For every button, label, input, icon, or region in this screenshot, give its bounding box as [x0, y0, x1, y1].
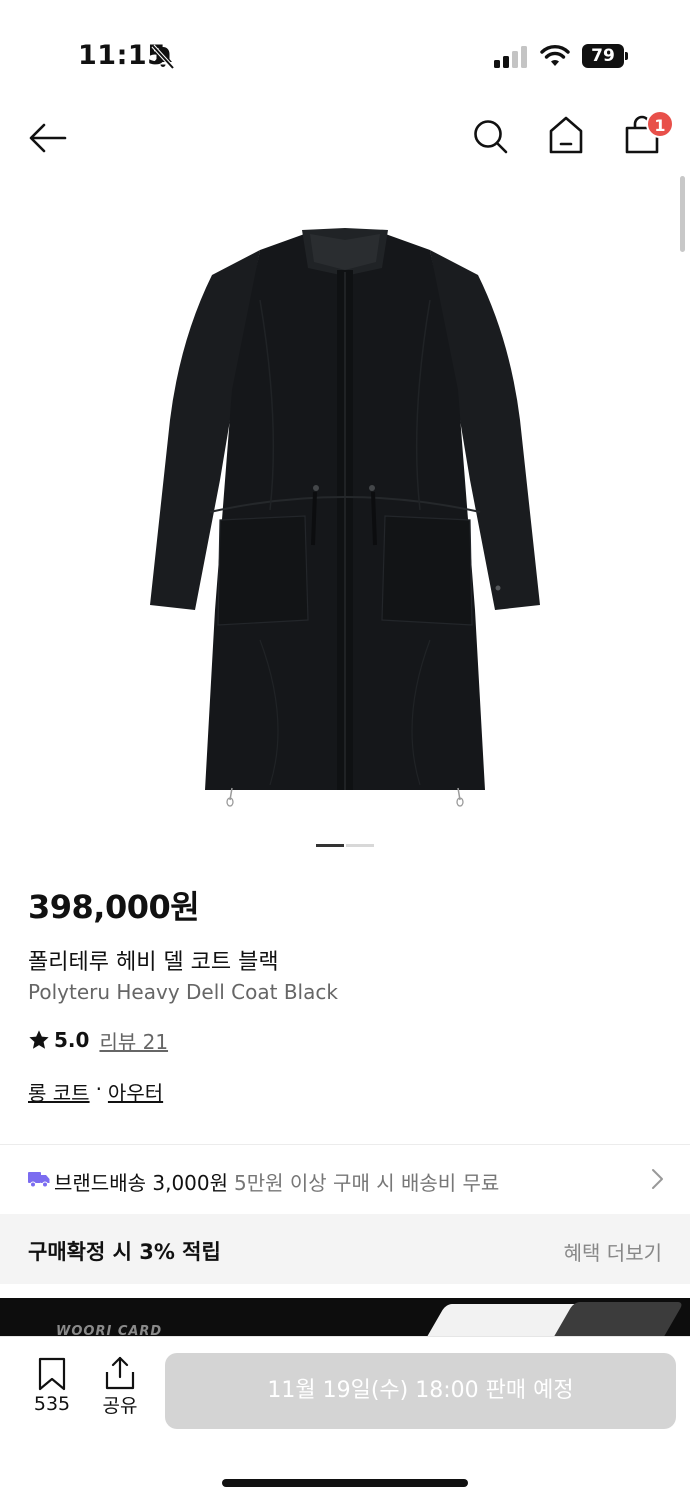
chevron-right-icon — [652, 1169, 663, 1189]
shipping-label: 브랜드배송 3,000원 — [54, 1171, 229, 1195]
wifi-icon — [540, 45, 570, 66]
product-image[interactable] — [140, 220, 550, 810]
share-button[interactable]: 공유 — [96, 1355, 144, 1421]
bookmark-button[interactable]: 535 — [28, 1357, 76, 1421]
battery-indicator: 79 — [582, 44, 628, 68]
pagination-dot — [346, 844, 374, 847]
section-divider — [0, 1144, 690, 1145]
pagination-dot-active — [316, 844, 344, 847]
share-label: 공유 — [102, 1395, 138, 1417]
benefit-more-link[interactable]: 혜택 더보기 — [564, 1237, 662, 1266]
cart-badge: 1 — [646, 110, 674, 138]
product-name-en: Polyteru Heavy Dell Coat Black — [28, 980, 338, 1004]
signal-icon — [494, 46, 527, 68]
purchase-button[interactable]: 11월 19일(수) 18:00 판매 예정 — [165, 1353, 676, 1429]
status-bar: 11:15 79 — [0, 0, 690, 110]
scroll-indicator[interactable] — [680, 176, 685, 252]
category-breadcrumb: 롱 코트 · 아우터 — [28, 1077, 163, 1106]
product-price: 398,000원 — [28, 888, 200, 926]
category-link-long-coat[interactable]: 롱 코트 — [28, 1077, 90, 1106]
bookmark-count: 535 — [33, 1393, 71, 1415]
shipping-row[interactable]: 브랜드배송 3,000원 5만원 이상 구매 시 배송비 무료 — [0, 1146, 690, 1214]
rating-row: 5.0 리뷰 21 — [28, 1026, 168, 1054]
back-arrow-icon[interactable] — [28, 118, 68, 158]
home-icon[interactable] — [546, 114, 586, 156]
category-link-outer[interactable]: 아우터 — [108, 1077, 163, 1106]
battery-level: 79 — [582, 44, 624, 68]
shipping-note: 5만원 이상 구매 시 배송비 무료 — [234, 1171, 500, 1195]
benefit-row: 구매확정 시 3% 적립 혜택 더보기 — [0, 1214, 690, 1284]
review-link[interactable]: 리뷰 21 — [99, 1026, 168, 1055]
share-icon — [105, 1356, 135, 1390]
rating-value: 5.0 — [54, 1028, 90, 1052]
nav-bar: 1 — [0, 110, 690, 170]
product-name-ko: 폴리테루 헤비 델 코트 블랙 — [28, 950, 279, 975]
star-icon — [29, 1030, 49, 1049]
bookmark-icon — [38, 1357, 66, 1391]
truck-icon — [28, 1172, 50, 1188]
search-icon[interactable] — [470, 116, 510, 156]
battery-tip — [625, 52, 628, 60]
category-separator: · — [95, 1077, 102, 1101]
benefit-title: 구매확정 시 3% 적립 — [28, 1240, 221, 1264]
image-pagination — [316, 844, 376, 848]
shipping-info: 브랜드배송 3,000원 5만원 이상 구매 시 배송비 무료 — [54, 1167, 499, 1196]
bottom-action-bar: 535 공유 11월 19일(수) 18:00 판매 예정 — [0, 1336, 690, 1500]
home-indicator[interactable] — [222, 1479, 468, 1487]
bell-slash-icon — [151, 44, 175, 70]
